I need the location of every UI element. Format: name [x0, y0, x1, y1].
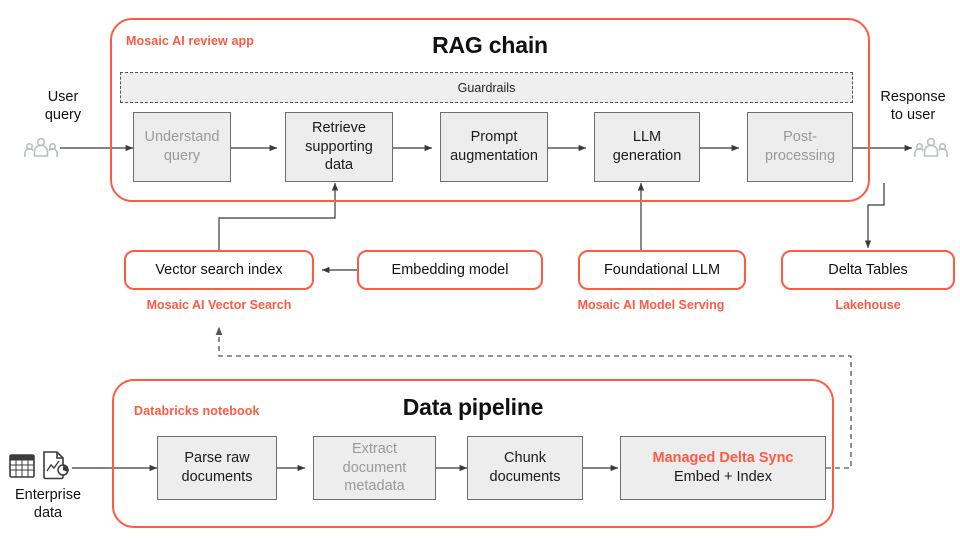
enterprise-data-line2: data: [33, 505, 63, 522]
pipeline-sync-subtitle: Embed + Index: [674, 469, 772, 485]
arrow-post-to-delta-tables: [864, 183, 885, 249]
users-group-icon-response: [914, 135, 948, 161]
pipeline-step-extract-document-metadata[interactable]: Extract document metadata: [313, 436, 436, 500]
pipeline-chunk-line2: documents: [489, 469, 561, 485]
guardrails-label: Guardrails: [457, 80, 516, 95]
pipeline-sync-title: Managed Delta Sync: [652, 450, 794, 467]
service-delta-tables-label: Delta Tables: [828, 262, 908, 278]
response-label-line1: Response: [880, 89, 946, 105]
rag-chain-title: RAG chain: [432, 32, 548, 58]
pipeline-extract-line3: metadata: [344, 478, 405, 495]
enterprise-data-line1: Enterprise: [14, 487, 82, 503]
response-to-user-label: Response to user: [866, 88, 960, 124]
pipeline-parse-line1: Parse raw: [184, 450, 250, 467]
step-post-line2: processing: [764, 148, 836, 164]
service-foundational-llm[interactable]: Foundational LLM: [578, 250, 746, 290]
service-vector-search-index[interactable]: Vector search index: [124, 250, 314, 290]
step-llm-line1: LLM: [632, 129, 662, 146]
step-prompt-line1: Prompt: [470, 129, 518, 146]
diagram-canvas: Mosaic AI review app RAG chain Guardrail…: [0, 0, 960, 540]
step-post-processing[interactable]: Post- processing: [747, 112, 853, 182]
service-embedding-model-label: Embedding model: [391, 262, 509, 278]
step-retrieve-line1: Retrieve: [312, 120, 366, 137]
document-chart-icon: [41, 450, 71, 482]
user-query-label-line1: User: [47, 89, 79, 105]
user-query-label-line2: query: [44, 107, 82, 124]
step-prompt-line2: augmentation: [450, 148, 538, 164]
service-vector-search-index-label: Vector search index: [155, 262, 283, 278]
pipeline-step-parse-raw-documents[interactable]: Parse raw documents: [157, 436, 277, 500]
response-label-line2: to user: [890, 107, 936, 124]
guardrails-band: Guardrails: [120, 72, 853, 103]
step-retrieve-line2: supporting: [305, 138, 373, 155]
pipeline-extract-line2: document: [342, 459, 407, 476]
caption-lakehouse: Lakehouse: [835, 298, 901, 312]
users-group-icon: [24, 135, 58, 161]
step-understand-query[interactable]: Understand query: [133, 112, 231, 182]
service-foundational-llm-label: Foundational LLM: [603, 262, 721, 278]
service-delta-tables[interactable]: Delta Tables: [781, 250, 955, 290]
pipeline-extract-line1: Extract: [351, 441, 398, 458]
step-post-line1: Post-: [783, 129, 817, 146]
caption-mosaic-ai-vector-search: Mosaic AI Vector Search: [146, 298, 292, 312]
user-query-label: User query: [18, 88, 108, 124]
service-embedding-model[interactable]: Embedding model: [357, 250, 543, 290]
step-understand-query-line1: Understand: [144, 129, 220, 146]
pipeline-chunk-line1: Chunk: [504, 450, 546, 467]
step-retrieve-line3: data: [324, 157, 354, 174]
enterprise-data-label: Enterprise data: [0, 486, 96, 522]
step-prompt-augmentation[interactable]: Prompt augmentation: [440, 112, 548, 182]
pipeline-parse-line2: documents: [181, 469, 253, 485]
step-llm-line2: generation: [612, 148, 682, 164]
step-understand-query-line2: query: [163, 148, 201, 164]
step-retrieve-supporting-data[interactable]: Retrieve supporting data: [285, 112, 393, 182]
pipeline-step-chunk-documents[interactable]: Chunk documents: [467, 436, 583, 500]
step-llm-generation[interactable]: LLM generation: [594, 112, 700, 182]
spreadsheet-table-icon: [8, 452, 36, 482]
data-pipeline-title: Data pipeline: [402, 394, 544, 420]
pipeline-step-managed-delta-sync[interactable]: Managed Delta Sync Embed + Index: [620, 436, 826, 500]
